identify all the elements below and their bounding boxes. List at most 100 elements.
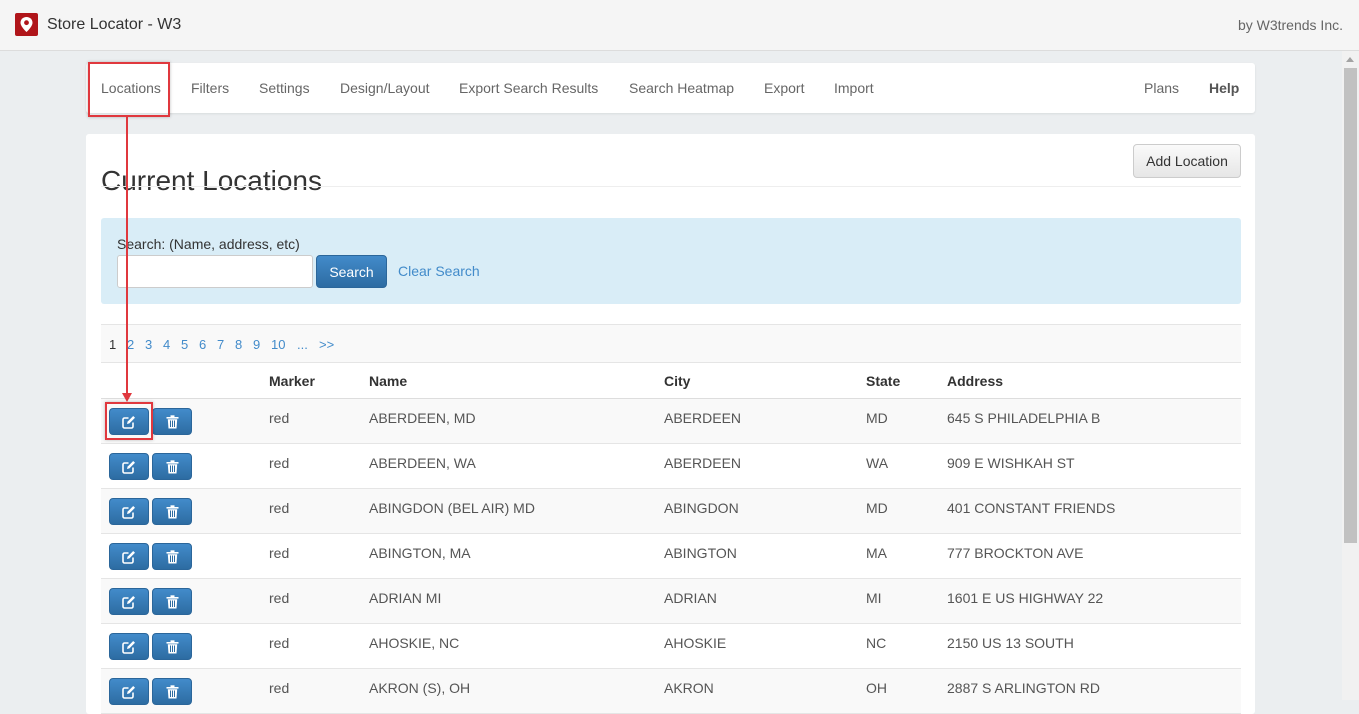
edit-button[interactable] bbox=[109, 678, 149, 705]
row-marker: red bbox=[269, 455, 290, 471]
edit-icon bbox=[122, 460, 136, 474]
table-row: red AHOSKIE, NC AHOSKIE NC 2150 US 13 SOUTH bbox=[101, 624, 1241, 669]
edit-icon bbox=[122, 640, 136, 654]
edit-icon bbox=[122, 595, 136, 609]
row-address: 2887 S ARLINGTON RD bbox=[947, 680, 1101, 696]
row-city: AHOSKIE bbox=[664, 635, 727, 651]
locations-highlight-box bbox=[88, 62, 170, 117]
edit-button[interactable] bbox=[109, 588, 149, 615]
trash-icon bbox=[166, 684, 179, 699]
row-state: NC bbox=[866, 635, 887, 651]
row-city: AKRON bbox=[664, 680, 714, 696]
edit-button[interactable] bbox=[109, 498, 149, 525]
row-state: MA bbox=[866, 545, 887, 561]
trash-icon bbox=[166, 504, 179, 519]
page-link-10[interactable]: 10 bbox=[271, 337, 285, 352]
add-location-button[interactable]: Add Location bbox=[1133, 144, 1241, 178]
nav-help[interactable]: Help bbox=[1209, 80, 1239, 96]
row-state: MD bbox=[866, 410, 888, 426]
top-bar: Store Locator - W3 by W3trends Inc. bbox=[0, 0, 1359, 51]
nav-import[interactable]: Import bbox=[834, 80, 874, 96]
row-city: ABINGDON bbox=[664, 500, 739, 516]
row-marker: red bbox=[269, 410, 290, 426]
delete-button[interactable] bbox=[152, 453, 192, 480]
edit-button[interactable] bbox=[109, 633, 149, 660]
table-row: red ABINGDON (BEL AIR) MD ABINGDON MD 401 CO… bbox=[101, 489, 1241, 534]
page-link-8[interactable]: 8 bbox=[235, 337, 242, 352]
delete-button[interactable] bbox=[152, 498, 192, 525]
vendor-label: by W3trends Inc. bbox=[1237, 17, 1343, 33]
row-city: ABINGTON bbox=[664, 545, 737, 561]
nav-design-layout[interactable]: Design/Layout bbox=[340, 80, 430, 96]
trash-icon bbox=[166, 639, 179, 654]
row-city: ABERDEEN bbox=[664, 455, 742, 471]
app-title: Store Locator - W3 bbox=[47, 16, 182, 33]
page-link-4[interactable]: 4 bbox=[163, 337, 170, 352]
col-marker: Marker bbox=[269, 373, 315, 389]
trash-icon bbox=[166, 414, 179, 429]
edit-highlight-box bbox=[105, 402, 153, 440]
nav-filters[interactable]: Filters bbox=[191, 80, 229, 96]
row-marker: red bbox=[269, 680, 290, 696]
delete-button[interactable] bbox=[152, 543, 192, 570]
row-city: ABERDEEN bbox=[664, 410, 742, 426]
edit-icon bbox=[122, 505, 136, 519]
map-pin-logo-icon bbox=[15, 13, 38, 36]
page-link-ellipsis[interactable]: ... bbox=[297, 337, 308, 352]
row-marker: red bbox=[269, 545, 290, 561]
table-row: red ABERDEEN, WA ABERDEEN WA 909 E WISHKAH S… bbox=[101, 444, 1241, 489]
row-address: 909 E WISHKAH ST bbox=[947, 455, 1075, 471]
main-nav: Locations Filters Settings Design/Layout… bbox=[86, 63, 1255, 113]
row-name: ADRIAN MI bbox=[369, 590, 442, 606]
row-marker: red bbox=[269, 500, 290, 516]
page-link-5[interactable]: 5 bbox=[181, 337, 188, 352]
nav-search-heatmap[interactable]: Search Heatmap bbox=[629, 80, 734, 96]
page-link-next[interactable]: >> bbox=[319, 337, 334, 352]
row-name: ABERDEEN, MD bbox=[369, 410, 476, 426]
row-name: ABINGDON (BEL AIR) MD bbox=[369, 500, 535, 516]
edit-button[interactable] bbox=[109, 453, 149, 480]
search-button[interactable]: Search bbox=[316, 255, 387, 288]
page-1-current: 1 bbox=[109, 337, 117, 352]
search-input[interactable] bbox=[117, 255, 313, 288]
row-state: MI bbox=[866, 590, 882, 606]
annotation-arrow-head bbox=[122, 393, 132, 402]
page-link-6[interactable]: 6 bbox=[199, 337, 206, 352]
clear-search-link[interactable]: Clear Search bbox=[398, 263, 480, 279]
row-address: 645 S PHILADELPHIA B bbox=[947, 410, 1101, 426]
row-state: WA bbox=[866, 455, 889, 471]
delete-button[interactable] bbox=[152, 408, 192, 435]
page-link-9[interactable]: 9 bbox=[253, 337, 260, 352]
row-name: ABERDEEN, WA bbox=[369, 455, 476, 471]
pagination: 1 2 3 4 5 6 7 8 9 10 ... >> bbox=[101, 324, 1241, 362]
table-row: red ABERDEEN, MD ABERDEEN MD 645 S PHILADELP… bbox=[101, 399, 1241, 444]
page-link-3[interactable]: 3 bbox=[145, 337, 152, 352]
row-marker: red bbox=[269, 635, 290, 651]
delete-button[interactable] bbox=[152, 678, 192, 705]
delete-button[interactable] bbox=[152, 588, 192, 615]
annotation-arrow bbox=[126, 117, 128, 395]
page-link-7[interactable]: 7 bbox=[217, 337, 224, 352]
nav-export[interactable]: Export bbox=[764, 80, 804, 96]
row-address: 777 BROCKTON AVE bbox=[947, 545, 1084, 561]
page-scrollbar[interactable] bbox=[1342, 51, 1359, 700]
page-link-2[interactable]: 2 bbox=[127, 337, 134, 352]
edit-button[interactable] bbox=[109, 543, 149, 570]
trash-icon bbox=[166, 549, 179, 564]
nav-plans[interactable]: Plans bbox=[1144, 80, 1179, 96]
delete-button[interactable] bbox=[152, 633, 192, 660]
table-row: red ADRIAN MI ADRIAN MI 1601 E US HIGHWAY 22 bbox=[101, 579, 1241, 624]
nav-export-search-results[interactable]: Export Search Results bbox=[459, 80, 598, 96]
scroll-up-arrow-icon[interactable] bbox=[1346, 57, 1354, 62]
scroll-thumb[interactable] bbox=[1344, 68, 1357, 543]
row-state: OH bbox=[866, 680, 887, 696]
edit-icon bbox=[122, 685, 136, 699]
nav-settings[interactable]: Settings bbox=[259, 80, 310, 96]
col-city: City bbox=[664, 373, 691, 389]
col-address: Address bbox=[947, 373, 1004, 389]
row-name: AKRON (S), OH bbox=[369, 680, 471, 696]
search-panel: Search: (Name, address, etc) Search Clea… bbox=[101, 218, 1241, 304]
table-row: red AKRON (S), OH AKRON OH 2887 S ARLINGTON … bbox=[101, 669, 1241, 714]
row-city: ADRIAN bbox=[664, 590, 717, 606]
row-address: 401 CONSTANT FRIENDS bbox=[947, 500, 1116, 516]
